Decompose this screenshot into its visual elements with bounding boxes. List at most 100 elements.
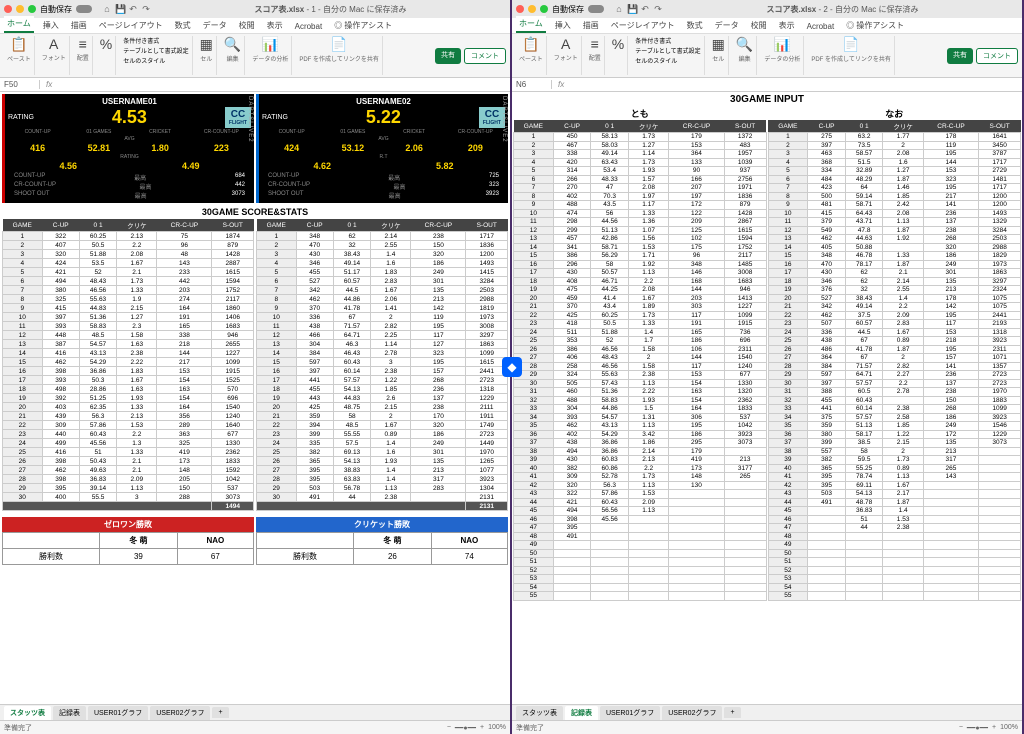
ribbon-tab[interactable]: 描画 [580, 18, 602, 33]
table-row[interactable]: 7423641.461951717 [768, 184, 1021, 193]
ribbon-tab[interactable]: 挿入 [552, 18, 574, 33]
table-row[interactable]: 4442160.432.09 [514, 498, 767, 507]
table-row[interactable]: 3050557.431.131541330 [514, 379, 767, 388]
table-row[interactable]: 2740648.4321441540 [514, 354, 767, 363]
table-row[interactable]: 1845554.131.852361318 [257, 385, 508, 394]
table-row[interactable]: 47442.38 [768, 524, 1021, 533]
table-row[interactable]: 4038260.862.21733177 [514, 464, 767, 473]
table-row[interactable]: 2639850.432.11731833 [3, 457, 254, 466]
table-row[interactable]: 2449945.561.33251330 [3, 439, 254, 448]
ribbon-tab[interactable]: データ [712, 18, 742, 33]
ribbon-tab[interactable]: ホーム [4, 16, 34, 33]
table-row[interactable]: 17430622.13011863 [768, 269, 1021, 278]
table-row[interactable]: 2045941.41.672031413 [514, 294, 767, 303]
dropbox-icon[interactable]: ◆ [502, 357, 522, 377]
table-row[interactable]: 2638646.561.581062311 [514, 345, 767, 354]
ribbon-tab[interactable]: 校閲 [748, 18, 770, 33]
table-row[interactable]: 4350354.132.17 [768, 490, 1021, 499]
ribbon-tab[interactable]: ページレイアウト [608, 18, 678, 33]
table-row[interactable]: 51 [514, 558, 767, 567]
table-row[interactable]: 2825846.561.581171240 [514, 362, 767, 371]
ribbon-tab[interactable]: Acrobat [804, 20, 838, 33]
table-row[interactable]: 54 [768, 583, 1021, 592]
ribbon-tab[interactable]: 数式 [684, 18, 706, 33]
table-row[interactable]: 145058.131.731791372 [514, 133, 767, 142]
table-row[interactable]: 2239448.51.673201749 [257, 421, 508, 430]
table-row[interactable]: 1139358.832.31651683 [3, 322, 254, 331]
table-row[interactable]: 4139578.741.13143 [768, 473, 1021, 482]
table-row[interactable]: 937041.781.411421819 [257, 304, 508, 313]
table-row[interactable]: 2746249.632.11481592 [3, 466, 254, 475]
ribbon-tab[interactable]: 校閲 [236, 18, 258, 33]
table-row[interactable]: 5421522.12331615 [3, 268, 254, 277]
zoom-out-icon[interactable]: − [447, 724, 451, 731]
table-row[interactable]: 1944344.832.61371229 [257, 394, 508, 403]
add-sheet-button[interactable]: + [724, 707, 740, 718]
save-icon[interactable]: 💾 [115, 4, 125, 14]
table-row[interactable]: 213595821701911 [257, 412, 508, 421]
edit-group[interactable]: 🔍編集 [733, 36, 757, 75]
table-row[interactable]: 53 [768, 575, 1021, 584]
table-row[interactable]: 2052738.431.41781075 [768, 294, 1021, 303]
table-row[interactable]: 2433644.51.671531318 [768, 328, 1021, 337]
table-row[interactable]: 2939539.141.13150537 [3, 484, 254, 493]
table-row[interactable]: 1559760.4331951615 [257, 358, 508, 367]
number-group[interactable]: % [97, 36, 116, 75]
fx-icon[interactable]: fx [552, 80, 570, 89]
table-row[interactable]: 1639760.142.381572441 [257, 367, 508, 376]
table-row[interactable]: 48 [768, 532, 1021, 541]
worksheet[interactable]: DARTSLIVE2 USERNAME01 RATING4.53 CCFLIGH… [0, 92, 510, 704]
table-row[interactable]: 48491 [514, 532, 767, 541]
table-row[interactable]: 738046.561.332031752 [3, 286, 254, 295]
table-row[interactable]: 4232056.31.13130 [514, 481, 767, 490]
table-row[interactable]: 2839563.831.43173923 [257, 475, 508, 484]
table-row[interactable]: 1254947.81.872383284 [768, 226, 1021, 235]
table-row[interactable]: 442453.51.671432887 [3, 259, 254, 268]
edit-group[interactable]: 🔍編集 [221, 36, 245, 75]
table-row[interactable]: 2839836.832.092051042 [3, 475, 254, 484]
sheet-tab[interactable]: スタッツ表 [4, 706, 51, 720]
table-row[interactable]: 2242560.251.731171099 [514, 311, 767, 320]
table-row[interactable]: 533432.891.271532729 [768, 167, 1021, 176]
table-row[interactable]: 3439354.571.31306537 [514, 413, 767, 422]
table-row[interactable]: 2040362.351.331641540 [3, 403, 254, 412]
sheet-tab[interactable]: 記録表 [53, 706, 86, 720]
table-row[interactable]: 1229951.131.071251615 [514, 226, 767, 235]
zoom-in-icon[interactable]: + [992, 724, 996, 731]
table-row[interactable]: 4332257.861.53 [514, 490, 767, 499]
table-row[interactable]: 3849436.862.14179 [514, 447, 767, 456]
table-row[interactable]: 343038.431.43201200 [257, 250, 508, 259]
table-row[interactable]: 246758.031.27153483 [514, 141, 767, 150]
table-row[interactable]: 3638058.171.221721229 [768, 430, 1021, 439]
table-row[interactable]: 332051.882.08481428 [3, 250, 254, 259]
share-button[interactable]: 共有 [947, 48, 973, 64]
font-group[interactable]: Aフォント [551, 36, 582, 75]
table-row[interactable]: 103366721191973 [257, 313, 508, 322]
table-row[interactable]: 2344060.432.2363677 [3, 430, 254, 439]
table-row[interactable]: 1939251.251.93154696 [3, 394, 254, 403]
table-row[interactable]: 3146051.362.221631320 [514, 388, 767, 397]
table-row[interactable]: 3138860.52.782381970 [768, 388, 1021, 397]
autosave-switch[interactable] [588, 5, 604, 13]
zoom-in-icon[interactable]: + [480, 724, 484, 731]
table-row[interactable]: 49 [514, 541, 767, 550]
analyze-group[interactable]: 📊データの分析 [761, 36, 804, 75]
table-row[interactable]: 531453.41.9390937 [514, 167, 767, 176]
table-row[interactable]: 2042548.752.152382111 [257, 403, 508, 412]
table-row[interactable]: 2932455.632.38153677 [514, 371, 767, 380]
table-row[interactable]: 52 [768, 566, 1021, 575]
table-row[interactable]: 1346244.631.922682503 [768, 235, 1021, 244]
table-row[interactable]: 18346622.141353297 [768, 277, 1021, 286]
autosave-toggle[interactable]: 自動保存 [40, 4, 72, 15]
table-row[interactable]: 1849828.861.63163570 [3, 385, 254, 394]
table-row[interactable]: 4536.831.4 [768, 507, 1021, 516]
table-row[interactable]: 273646721571071 [768, 354, 1021, 363]
table-row[interactable]: 30491442.382131 [257, 493, 508, 502]
ribbon-tab[interactable]: 数式 [172, 18, 194, 33]
table-row[interactable]: 3040055.532883073 [3, 493, 254, 502]
table-row[interactable]: 16296581.923481485 [514, 260, 767, 269]
table-row[interactable]: 3330444.861.51641833 [514, 405, 767, 414]
align-group[interactable]: ≡配置 [74, 36, 93, 75]
table-row[interactable]: 2134249.142.21421075 [768, 303, 1021, 312]
table-row[interactable]: 846244.862.062132988 [257, 295, 508, 304]
